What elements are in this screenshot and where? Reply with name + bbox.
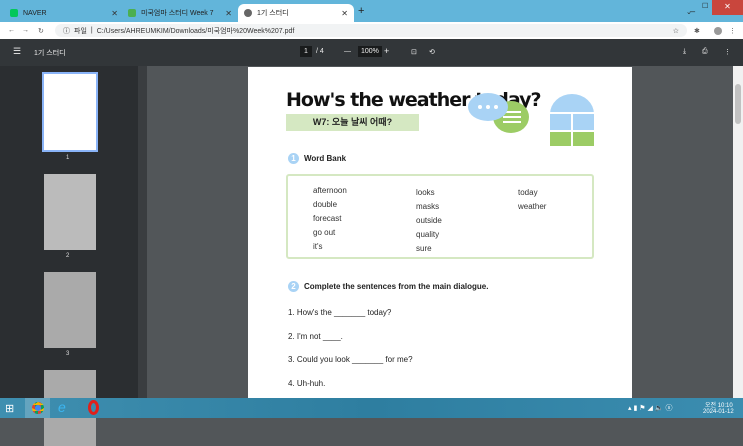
pdf-toolbar: ☰ 1기 스터디 1 / 4 — 100% + ⊡ ⟲ ⤓ ⎙ ⋮ <box>0 39 743 66</box>
word-column-1: afternoon double forecast go out it's <box>313 186 347 251</box>
tab-bar: NAVER ✕ 미국엄마 스터디 Week 7 ✕ 1기 스터디 ✕ + ⌄ _ ☐ … <box>0 0 743 22</box>
opera-taskbar-button[interactable] <box>88 400 99 415</box>
ie-taskbar-button[interactable]: e <box>58 399 66 415</box>
back-icon[interactable]: ← <box>8 27 15 34</box>
window-weather-icon <box>550 94 594 146</box>
document-title: 1기 스터디 <box>34 50 66 57</box>
profile-avatar[interactable] <box>714 26 722 35</box>
worksheet-subtitle: W7: 오늘 날씨 어때? <box>286 114 419 131</box>
more-icon[interactable]: ⋮ <box>724 48 731 56</box>
clock-date[interactable]: 2024-01-12 <box>703 409 734 415</box>
tab-naver[interactable]: NAVER ✕ <box>4 4 124 22</box>
tab-study[interactable]: 미국엄마 스터디 Week 7 ✕ <box>122 4 238 22</box>
thumbnail-sidebar: 1 2 3 <box>0 66 138 446</box>
address-bar-row: ← → ↻ ⓘ 파일 | C:/Users/AHREUMKIM/Downloads… <box>0 22 743 39</box>
chrome-taskbar-button[interactable] <box>25 398 50 418</box>
close-icon[interactable]: ✕ <box>225 9 232 18</box>
naver-icon <box>10 9 18 17</box>
rotate-icon[interactable]: ⟲ <box>429 48 435 56</box>
site-icon <box>128 9 136 17</box>
zoom-in-button[interactable]: + <box>384 46 389 56</box>
speech-bubbles-icon <box>468 93 529 133</box>
taskbar: ⊞ e ▴ ▮ ⚑ ◢ 🔈 ⓧ 오전 10:10 2024-01-12 <box>0 398 743 418</box>
zoom-input[interactable]: 100% <box>358 46 382 57</box>
close-window-button[interactable]: ✕ <box>712 0 743 15</box>
zoom-out-button[interactable]: — <box>344 48 351 55</box>
address-input[interactable]: ⓘ 파일 | C:/Users/AHREUMKIM/Downloads/미국엄마%… <box>55 24 687 37</box>
sidebar-scrollbar[interactable] <box>138 66 147 398</box>
thumbnail-page-1[interactable] <box>42 72 98 152</box>
section-2-heading: 2 Complete the sentences from the main di… <box>288 281 488 292</box>
star-icon[interactable]: ☆ <box>673 27 679 35</box>
word-bank-box: afternoon double forecast go out it's looks m… <box>286 174 594 259</box>
download-icon[interactable]: ⤓ <box>683 48 686 56</box>
minimize-button[interactable]: _ <box>690 2 695 12</box>
print-icon[interactable]: ⎙ <box>702 48 708 56</box>
fit-page-icon[interactable]: ⊡ <box>411 48 417 56</box>
start-button[interactable]: ⊞ <box>5 402 14 415</box>
tab-pdf[interactable]: 1기 스터디 ✕ <box>238 4 354 22</box>
info-icon: ⓘ <box>63 27 70 35</box>
menu-icon[interactable]: ⋮ <box>729 27 736 35</box>
clock-time[interactable]: 오전 10:10 <box>705 400 733 409</box>
page-input[interactable]: 1 <box>300 46 312 57</box>
extensions-icon[interactable]: ✱ <box>694 27 700 35</box>
tray-icons[interactable]: ▴ ▮ ⚑ ◢ 🔈 ⓧ <box>628 403 672 413</box>
close-icon[interactable]: ✕ <box>341 9 348 18</box>
forward-icon[interactable]: → <box>22 27 29 34</box>
close-icon[interactable]: ✕ <box>111 9 118 18</box>
sentence-4: 4. Uh-huh. <box>288 379 326 388</box>
reload-icon[interactable]: ↻ <box>38 27 44 35</box>
new-tab-button[interactable]: + <box>358 5 364 17</box>
pdf-page: How's the weather today? W7: 오늘 날씨 어때? 1… <box>248 67 632 407</box>
sentence-2: 2. I'm not ____. <box>288 332 343 341</box>
word-column-2: looks masks outside quality sure <box>416 188 442 253</box>
thumbnail-page-3[interactable] <box>44 272 96 348</box>
word-column-3: today weather <box>518 188 547 211</box>
globe-icon <box>244 9 252 17</box>
sentence-3: 3. Could you look _______ for me? <box>288 355 413 364</box>
sidebar-toggle-icon[interactable]: ☰ <box>13 46 21 57</box>
document-scrollbar[interactable] <box>733 66 743 398</box>
maximize-button[interactable]: ☐ <box>702 2 708 10</box>
thumbnail-page-2[interactable] <box>44 174 96 250</box>
sentence-1: 1. How's the _______ today? <box>288 308 392 317</box>
word-bank-heading: 1 Word Bank <box>288 153 346 164</box>
